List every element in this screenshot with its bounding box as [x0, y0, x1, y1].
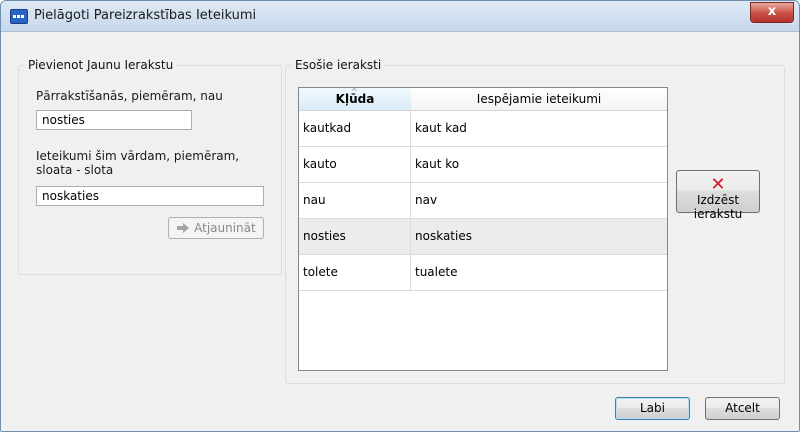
table-row[interactable]: nosties noskaties — [299, 219, 667, 255]
table-row[interactable]: kautkad kaut kad — [299, 111, 667, 147]
column-header-suggestions-label: Iespējamie ieteikumi — [476, 92, 602, 106]
close-button[interactable]: x — [750, 2, 794, 23]
cell-suggestion: noskaties — [415, 229, 472, 243]
add-entry-legend: Pievienot Jaunu Ierakstu — [28, 58, 174, 72]
dialog-body: Pievienot Jaunu Ierakstu Pārrakstīšanās,… — [9, 32, 791, 423]
cell-suggestion: kaut ko — [415, 157, 460, 171]
table-row[interactable]: kauto kaut ko — [299, 147, 667, 183]
ok-button[interactable]: Labi — [615, 397, 690, 420]
existing-entries-legend: Esošie ieraksti — [295, 58, 382, 72]
cancel-button-label: Atcelt — [725, 401, 760, 415]
delete-entry-button[interactable]: ✕ Izdzēst ierakstu — [676, 170, 760, 221]
close-icon: x — [767, 4, 777, 19]
app-icon — [10, 9, 28, 24]
cell-suggestion: kaut kad — [415, 121, 467, 135]
entries-table: ^ Kļūda Iespējamie ieteikumi kautkad kau… — [298, 87, 668, 371]
misspelling-label: Pārrakstīšanās, piemēram, nau — [36, 89, 223, 103]
cell-error: kauto — [299, 147, 411, 182]
update-button-label: Atjaunināt — [194, 221, 256, 235]
dialog-window: Pielāgoti Pareizrakstības Ieteikumi x Pi… — [0, 0, 800, 432]
cell-suggestion: tualete — [415, 265, 458, 279]
misspelling-input[interactable]: nosties — [36, 110, 192, 130]
update-button[interactable]: Atjaunināt — [168, 217, 264, 239]
title-bar[interactable]: Pielāgoti Pareizrakstības Ieteikumi x — [1, 1, 799, 32]
cell-error: nosties — [299, 219, 411, 254]
sort-ascending-icon: ^ — [351, 87, 358, 96]
column-header-suggestions[interactable]: Iespējamie ieteikumi — [411, 88, 667, 111]
cell-error: nau — [299, 183, 411, 218]
ok-button-label: Labi — [640, 401, 665, 415]
table-header: ^ Kļūda Iespējamie ieteikumi — [299, 88, 667, 111]
table-row[interactable]: tolete tualete — [299, 255, 667, 291]
cancel-button[interactable]: Atcelt — [705, 397, 780, 420]
cell-error: tolete — [299, 255, 411, 290]
table-row[interactable]: nau nav — [299, 183, 667, 219]
cell-error: kautkad — [299, 111, 411, 146]
arrow-right-icon — [177, 223, 190, 233]
red-x-icon: ✕ — [710, 174, 726, 195]
cell-suggestion: nav — [415, 193, 438, 207]
suggestion-input[interactable]: noskaties — [36, 186, 264, 206]
column-header-error[interactable]: ^ Kļūda — [299, 88, 412, 111]
window-title: Pielāgoti Pareizrakstības Ieteikumi — [34, 8, 257, 23]
delete-entry-label: Izdzēst ierakstu — [693, 193, 743, 221]
suggestion-label: Ieteikumi šim vārdam, piemēram, sloata -… — [36, 149, 240, 177]
